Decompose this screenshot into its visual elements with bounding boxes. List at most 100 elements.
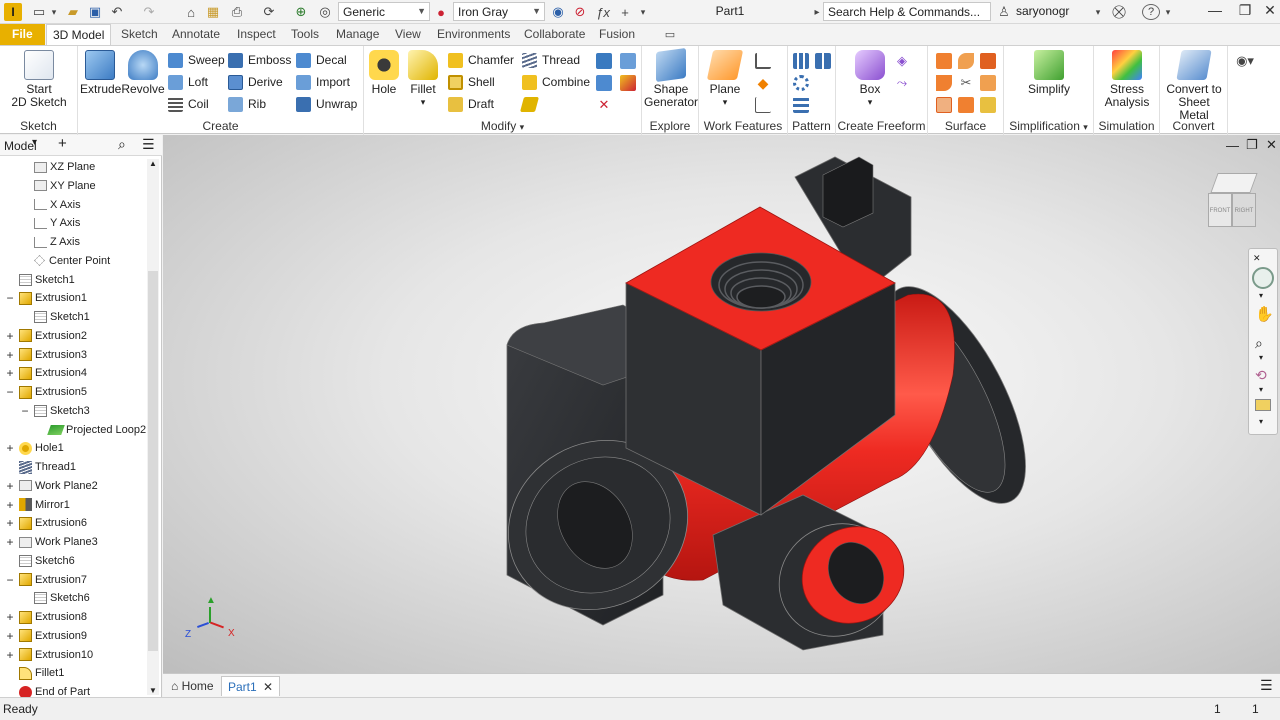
ucs-icon[interactable]	[755, 97, 771, 113]
shell-button[interactable]: Shell	[448, 73, 495, 91]
part-model[interactable]	[163, 135, 1280, 673]
browser-tab-dropdown-icon[interactable]: ▾	[32, 137, 37, 148]
browser-scrollbar[interactable]: ▲ ▼	[147, 159, 159, 695]
patch-icon[interactable]	[936, 75, 952, 91]
browser-item[interactable]: − Extrusion5	[6, 383, 87, 401]
view-cube[interactable]: FRONT RIGHT	[1206, 173, 1260, 233]
tab-view[interactable]: View	[389, 24, 427, 45]
split-button[interactable]	[519, 95, 542, 113]
hamburger-menu-icon[interactable]: ☰	[142, 136, 155, 153]
appearance-select[interactable]: Iron Gray ▼	[453, 2, 545, 21]
collapse-icon[interactable]: −	[20, 404, 30, 418]
browser-item[interactable]: Z Axis	[34, 233, 80, 251]
browser-item[interactable]: Thread1	[19, 458, 76, 476]
undo-icon[interactable]: ↶	[108, 3, 126, 21]
rib-button[interactable]: Rib	[228, 95, 266, 113]
zoom-dropdown-icon[interactable]: ▾	[1259, 353, 1263, 362]
search-input[interactable]: Search Help & Commands...	[823, 2, 991, 21]
rectangular-pattern-icon[interactable]	[793, 53, 809, 69]
tab-manage[interactable]: Manage	[330, 24, 385, 45]
sweep-button[interactable]: Sweep	[168, 51, 225, 69]
browser-item[interactable]: Sketch6	[34, 589, 90, 607]
viewport-minimize-icon[interactable]: —	[1226, 138, 1239, 153]
ribbon-toggle-icon[interactable]: ▭	[660, 25, 680, 43]
save-icon[interactable]: ▣	[86, 3, 104, 21]
viewport-restore-icon[interactable]: ❐	[1246, 137, 1258, 153]
browser-item[interactable]: + Hole1	[6, 439, 63, 457]
expand-icon[interactable]: +	[5, 610, 15, 624]
add-icon[interactable]: +	[617, 3, 633, 21]
projects-icon[interactable]: ▦	[204, 3, 222, 21]
browser-item[interactable]: + Extrusion8	[6, 608, 87, 626]
expand-icon[interactable]: +	[5, 498, 15, 512]
sketch-pattern-icon[interactable]	[793, 97, 809, 113]
browser-item[interactable]: Projected Loop2	[47, 421, 146, 439]
steering-dropdown-icon[interactable]: ▾	[1259, 291, 1263, 300]
adjust-icon[interactable]: ◉	[550, 3, 566, 21]
help-dropdown-icon[interactable]: ▾	[1163, 3, 1173, 21]
tab-file[interactable]: File	[0, 24, 45, 45]
zoom-icon[interactable]: ⌕	[1255, 335, 1263, 352]
simplify-button[interactable]: Simplify	[1024, 50, 1074, 96]
browser-item[interactable]: + Extrusion2	[6, 327, 87, 345]
modify-dropdown-icon[interactable]: ▾	[520, 122, 525, 132]
new-dropdown-icon[interactable]: ▾	[48, 3, 60, 21]
steering-wheel-icon[interactable]	[1252, 267, 1274, 289]
expand-icon[interactable]: +	[5, 648, 15, 662]
point-icon[interactable]: ◆	[755, 75, 771, 91]
minimize-button[interactable]: —	[1200, 2, 1230, 22]
tab-collaborate[interactable]: Collaborate	[518, 24, 591, 45]
revolve-button[interactable]: Revolve	[120, 50, 166, 96]
thicken-offset-icon[interactable]	[936, 53, 952, 69]
box-button[interactable]: Box ▾	[850, 50, 890, 109]
replace-face-icon[interactable]	[958, 97, 974, 113]
look-at-icon[interactable]	[1255, 399, 1271, 411]
browser-item[interactable]: Sketch1	[19, 271, 75, 289]
browser-item[interactable]: Sketch1	[34, 308, 90, 326]
expand-icon[interactable]: +	[5, 441, 15, 455]
expand-icon[interactable]: +	[5, 535, 15, 549]
browser-item[interactable]: + Extrusion6	[6, 514, 87, 532]
browser-item[interactable]: XY Plane	[34, 177, 96, 195]
nav-bar-dropdown-icon[interactable]: ▾	[1259, 417, 1263, 426]
browser-item[interactable]: − Extrusion1	[6, 289, 87, 307]
stitch-icon[interactable]	[958, 53, 974, 69]
add-browser-tab-button[interactable]: +	[58, 135, 67, 152]
graphics-viewport[interactable]: ▲ X Z FRONT RIGHT — ❐ ✕ ✕ ▾ ✋ ⌕ ▾ ⟲ ▾ ▾	[163, 135, 1280, 673]
browser-item[interactable]: X Axis	[34, 196, 81, 214]
circular-pattern-icon[interactable]	[793, 75, 809, 91]
new-file-icon[interactable]: ▭	[30, 3, 48, 21]
mirror-icon[interactable]	[815, 53, 831, 69]
browser-item[interactable]: + Extrusion4	[6, 364, 87, 382]
tab-part1[interactable]: Part1 ✕	[221, 676, 281, 696]
scroll-up-icon[interactable]: ▲	[149, 159, 157, 168]
browser-item[interactable]: Sketch6	[19, 552, 75, 570]
browser-item[interactable]: Y Axis	[34, 214, 80, 232]
emboss-button[interactable]: Emboss	[228, 51, 291, 69]
redo-icon[interactable]: ↷	[140, 3, 158, 21]
customize-dropdown-icon[interactable]: ▾	[637, 3, 649, 21]
browser-item[interactable]: − Sketch3	[21, 402, 89, 420]
collapse-icon[interactable]: −	[5, 385, 15, 399]
face-icon[interactable]: ◈	[894, 53, 910, 69]
tabs-menu-icon[interactable]: ☰	[1260, 677, 1273, 694]
combine-button[interactable]: Combine	[522, 73, 590, 91]
scroll-down-icon[interactable]: ▼	[149, 686, 157, 695]
browser-item[interactable]: XZ Plane	[34, 158, 95, 176]
browser-item[interactable]: − Extrusion7	[6, 571, 87, 589]
import-button[interactable]: Import	[296, 73, 350, 91]
start-sketch-button[interactable]: Start 2D Sketch	[8, 50, 70, 109]
nav-close-icon[interactable]: ✕	[1253, 253, 1261, 264]
view-cube-top[interactable]	[1210, 173, 1258, 193]
update-icon[interactable]: ⟳	[260, 3, 278, 21]
collapse-icon[interactable]: −	[5, 291, 15, 305]
coil-button[interactable]: Coil	[168, 95, 209, 113]
unwrap-button[interactable]: Unwrap	[296, 95, 357, 113]
stress-analysis-button[interactable]: Stress Analysis	[1098, 50, 1156, 109]
draft-button[interactable]: Draft	[448, 95, 494, 113]
shape-generator-button[interactable]: Shape Generator	[644, 47, 698, 109]
convert-sheet-metal-button[interactable]: Convert to Sheet Metal	[1162, 50, 1226, 122]
viewport-close-icon[interactable]: ✕	[1266, 137, 1277, 153]
boundary-patch-icon[interactable]	[936, 97, 952, 113]
ribbon-options-icon[interactable]: ◉▾	[1234, 52, 1256, 70]
